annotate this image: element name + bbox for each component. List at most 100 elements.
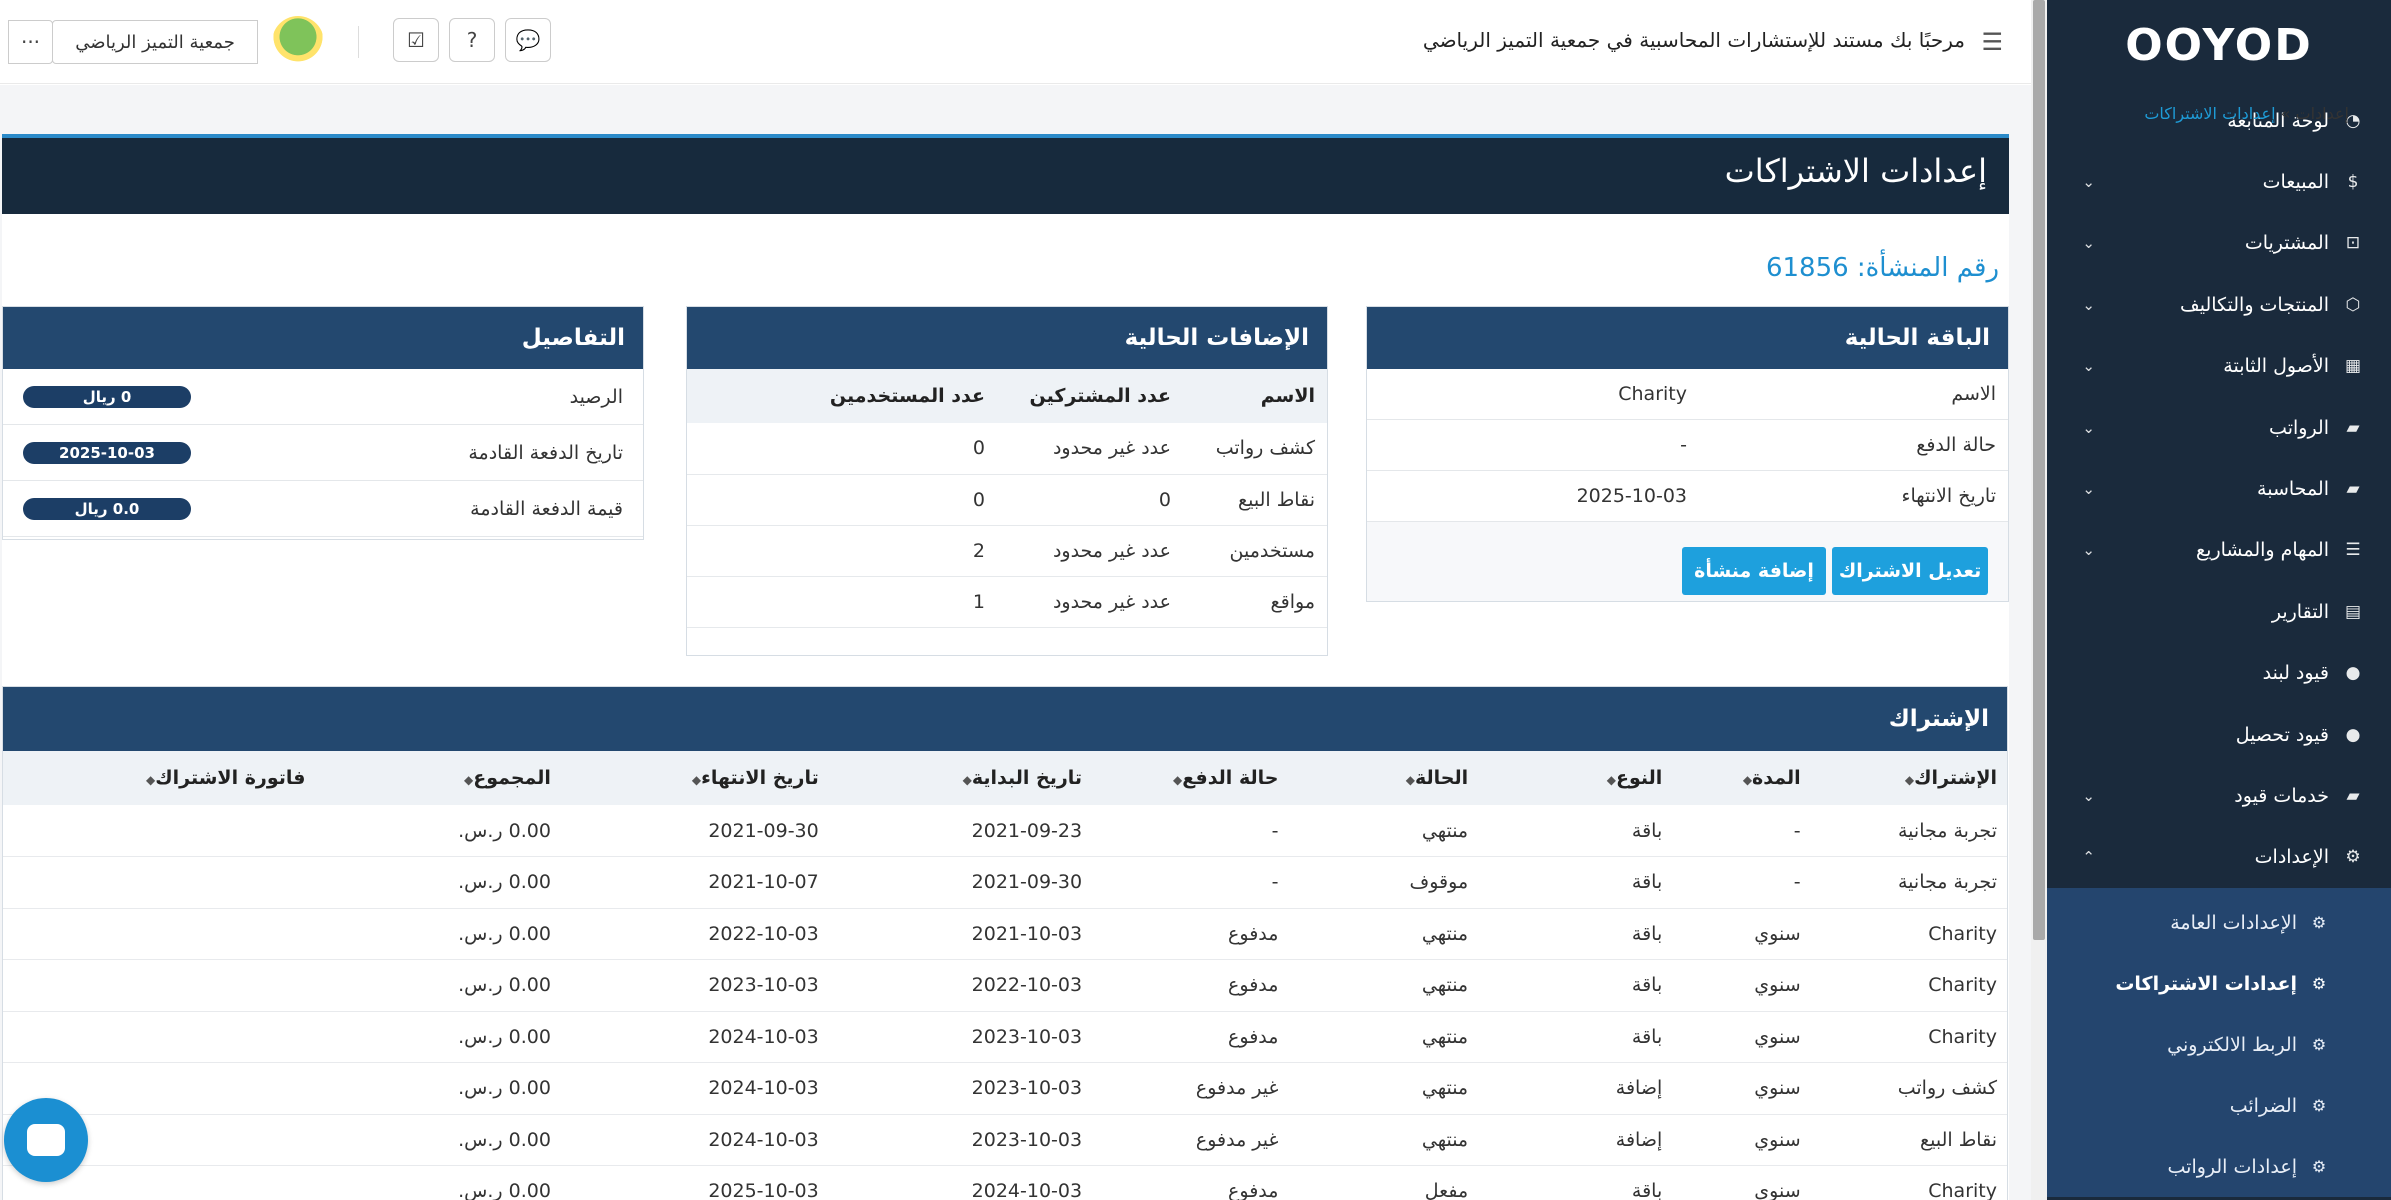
settings-subitem-4[interactable]: ⚙ إعدادات الرواتب bbox=[2047, 1136, 2391, 1197]
subscriptions-cell: 2021-10-03 bbox=[828, 908, 1093, 960]
live-chat-button[interactable] bbox=[4, 1098, 88, 1182]
column-header-label: المجموع bbox=[473, 767, 551, 789]
sidebar-item-label: المحاسبة bbox=[2257, 478, 2329, 501]
addons-column-header: عدد المشتركين bbox=[997, 369, 1183, 423]
plan-row-label: حالة الدفع bbox=[1916, 434, 1996, 456]
sidebar-item-2[interactable]: ⊡ المشتريات ⌄ bbox=[2047, 213, 2391, 274]
settings-subitem-3[interactable]: ⚙ الضرائب bbox=[2047, 1075, 2391, 1136]
subscriptions-column-header[interactable]: النوع◆ bbox=[1478, 751, 1673, 805]
sort-icon[interactable]: ◆ bbox=[963, 773, 972, 787]
subscriptions-cell: 2021-09-30 bbox=[828, 856, 1093, 909]
breadcrumb-current[interactable]: إعدادات الاشتراكات bbox=[2144, 104, 2275, 123]
gear-icon: ⚙ bbox=[2311, 1157, 2327, 1177]
subscriptions-cell: 2024-10-03 bbox=[828, 1165, 1093, 1200]
subscriptions-cell: 0.00 ر.س. bbox=[315, 1011, 561, 1063]
settings-subitem-0[interactable]: ⚙ الإعدادات العامة bbox=[2047, 892, 2391, 953]
subscriptions-column-header[interactable]: حالة الدفع◆ bbox=[1092, 751, 1289, 805]
chevron-icon: ⌄ bbox=[2082, 234, 2095, 253]
sort-icon[interactable]: ◆ bbox=[1406, 773, 1415, 787]
welcome-message: مرحبًا بك مستند للإستشارات المحاسبية في … bbox=[1422, 28, 1965, 52]
sidebar-item-10[interactable]: ● قيود تحصيل bbox=[2047, 704, 2391, 765]
org-switcher-button[interactable]: جمعية التميز الرياضي bbox=[52, 20, 258, 64]
column-header-label: المدة bbox=[1752, 767, 1801, 789]
topbar: ☰ مرحبًا بك مستند للإستشارات المحاسبية ف… bbox=[0, 0, 2031, 84]
gear-icon: ⚙ bbox=[2345, 847, 2361, 868]
breadcrumb-parent[interactable]: إعدادات bbox=[2296, 104, 2349, 123]
subscriptions-cell: سنوي bbox=[1672, 1062, 1811, 1115]
more-options-button[interactable]: ··· bbox=[8, 20, 53, 64]
sidebar-item-5[interactable]: ▰ الرواتب ⌄ bbox=[2047, 397, 2391, 458]
table-row: مستخدمين عدد غير محدود 2 bbox=[687, 525, 1327, 577]
subscriptions-cell: منتهي bbox=[1288, 1011, 1479, 1063]
subscriptions-cell: منتهي bbox=[1288, 1062, 1479, 1115]
subscriptions-cell: باقة bbox=[1478, 1011, 1673, 1063]
chevron-icon: ⌄ bbox=[2082, 418, 2095, 437]
purchase-icon: ⊡ bbox=[2345, 233, 2361, 254]
subscriptions-column-header[interactable]: المدة◆ bbox=[1672, 751, 1811, 805]
table-icon: ▦ bbox=[2344, 356, 2362, 377]
sidebar-item-1[interactable]: $ المبيعات ⌄ bbox=[2047, 151, 2391, 212]
subscriptions-cell: 2022-10-03 bbox=[828, 959, 1093, 1012]
sidebar-item-12[interactable]: ⚙ الإعدادات ⌃ bbox=[2047, 827, 2391, 888]
subscriptions-cell: سنوي bbox=[1672, 1114, 1811, 1166]
sidebar-item-7[interactable]: ☰ المهام والمشاريع ⌄ bbox=[2047, 520, 2391, 581]
scroll-thumb[interactable] bbox=[2033, 0, 2045, 940]
subscriptions-cell bbox=[3, 908, 316, 960]
sort-icon[interactable]: ◆ bbox=[692, 773, 701, 787]
page-scrollbar[interactable] bbox=[2031, 0, 2047, 1200]
subscriptions-cell: - bbox=[1672, 856, 1811, 909]
plan-row-value: Charity bbox=[1618, 383, 1687, 405]
sort-icon[interactable]: ◆ bbox=[1905, 773, 1914, 787]
plan-row: تاريخ الانتهاء 2025-10-03 bbox=[1367, 471, 2008, 522]
addons-table: الاسم عدد المشتركين عدد المستخدمين كشف روا… bbox=[687, 369, 1327, 628]
tasks-button[interactable]: ☑ bbox=[393, 18, 439, 62]
help-button[interactable]: ? bbox=[449, 18, 495, 62]
chat-bubble-icon bbox=[27, 1124, 65, 1156]
sidebar-item-4[interactable]: ▦ الأصول الثابتة ⌄ bbox=[2047, 336, 2391, 397]
addons-cell: عدد غير محدود bbox=[997, 576, 1183, 628]
sort-icon[interactable]: ◆ bbox=[146, 773, 155, 787]
addons-column-header: الاسم bbox=[1183, 369, 1327, 423]
subscriptions-cell: تجربة مجانية bbox=[1810, 805, 2007, 857]
subscriptions-column-header[interactable]: المجموع◆ bbox=[315, 751, 561, 805]
sidebar-item-3[interactable]: ⬡ المنتجات والتكاليف ⌄ bbox=[2047, 274, 2391, 335]
settings-subitem-2[interactable]: ⚙ الربط الالكتروني bbox=[2047, 1014, 2391, 1075]
sort-icon[interactable]: ◆ bbox=[464, 773, 473, 787]
subscriptions-cell: تجربة مجانية bbox=[1810, 856, 2007, 909]
app-logo[interactable]: OOYOD bbox=[2047, 0, 2391, 90]
settings-subitem-1[interactable]: ⚙ إعدادات الاشتراكات bbox=[2047, 953, 2391, 1014]
edit-subscription-button[interactable]: تعديل الاشتراك bbox=[1832, 547, 1988, 595]
gear-icon: ⚙ bbox=[2311, 974, 2327, 994]
subscriptions-cell: 0.00 ر.س. bbox=[315, 1062, 561, 1115]
hamburger-menu-icon[interactable]: ☰ bbox=[1981, 28, 2003, 56]
sidebar-item-9[interactable]: ● قيود لبند bbox=[2047, 643, 2391, 704]
sort-icon[interactable]: ◆ bbox=[1173, 773, 1182, 787]
add-facility-button[interactable]: إضافة منشأة bbox=[1682, 547, 1826, 595]
subscriptions-column-header[interactable]: الحالة◆ bbox=[1288, 751, 1479, 805]
sidebar-item-11[interactable]: ▰ خدمات قيود ⌄ bbox=[2047, 765, 2391, 826]
chevron-icon: ⌄ bbox=[2082, 541, 2095, 560]
sort-icon[interactable]: ◆ bbox=[1607, 773, 1616, 787]
table-row: مواقع عدد غير محدود 1 bbox=[687, 576, 1327, 628]
details-title: التفاصيل bbox=[3, 307, 643, 369]
sidebar-item-6[interactable]: ▰ المحاسبة ⌄ bbox=[2047, 458, 2391, 519]
subscriptions-cell: 2023-10-03 bbox=[828, 1114, 1093, 1166]
sidebar-item-8[interactable]: ▤ التقارير bbox=[2047, 581, 2391, 642]
chat-button[interactable]: 💬 bbox=[505, 18, 551, 62]
subscriptions-cell: إضافة bbox=[1478, 1062, 1673, 1115]
subscriptions-column-header[interactable]: تاريخ البداية◆ bbox=[828, 751, 1093, 805]
settings-subitem-label: الإعدادات العامة bbox=[2170, 911, 2297, 934]
subscriptions-column-header[interactable]: تاريخ الانتهاء◆ bbox=[560, 751, 829, 805]
sort-icon[interactable]: ◆ bbox=[1743, 773, 1752, 787]
subscriptions-cell: باقة bbox=[1478, 959, 1673, 1012]
subscriptions-cell: باقة bbox=[1478, 805, 1673, 857]
addons-cell: مواقع bbox=[1183, 576, 1327, 628]
subscriptions-column-header[interactable]: فاتورة الاشتراك◆ bbox=[3, 751, 316, 805]
subscriptions-title: الإشتراك bbox=[3, 687, 2007, 751]
addons-cell: 0 bbox=[997, 474, 1183, 526]
folder-icon: ▰ bbox=[2346, 785, 2360, 806]
subscriptions-cell: 0.00 ر.س. bbox=[315, 1165, 561, 1200]
report-icon: ▤ bbox=[2344, 601, 2362, 622]
subscriptions-column-header[interactable]: الإشتراك◆ bbox=[1810, 751, 2007, 805]
subscriptions-cell: 2023-10-03 bbox=[560, 959, 829, 1012]
